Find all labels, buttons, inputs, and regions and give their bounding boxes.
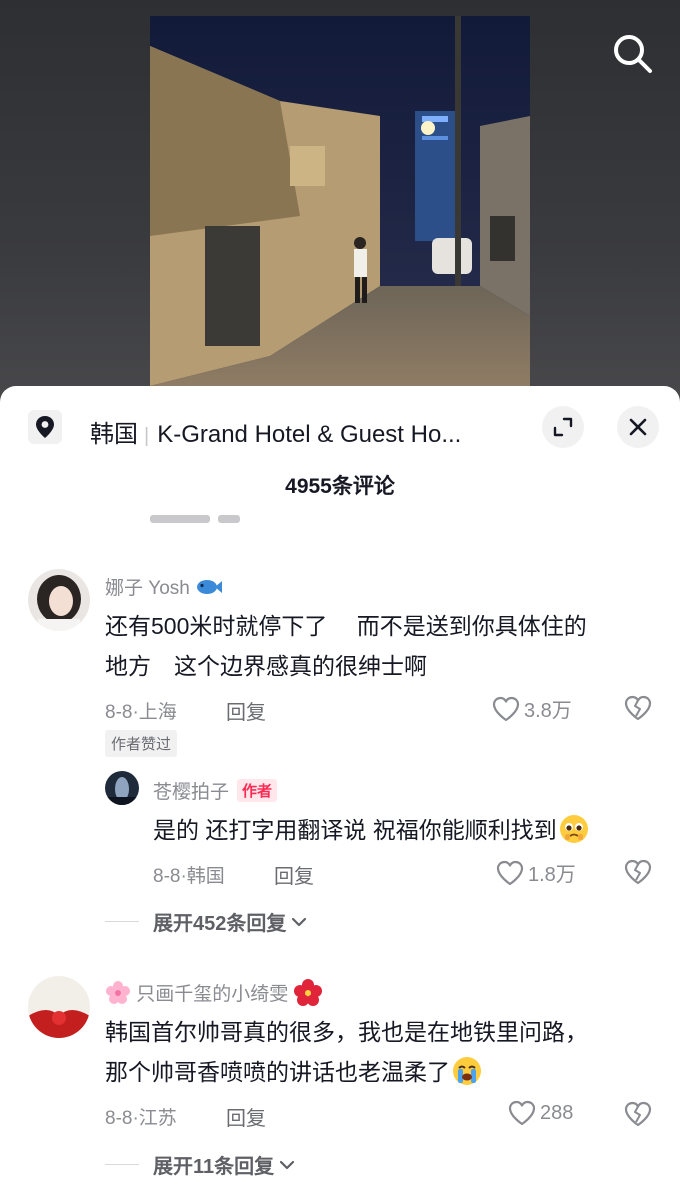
dislike-button[interactable] xyxy=(624,859,652,890)
comment-text: 韩国首尔帅哥真的很多，我也是在地铁里问路， 那个帅哥香喷喷的讲话也老温柔了 xyxy=(105,1012,670,1092)
heart-icon xyxy=(508,1100,536,1126)
expand-icon xyxy=(553,417,573,437)
chevron-down-icon xyxy=(280,1160,295,1169)
expand-sheet-button[interactable] xyxy=(542,406,584,448)
avatar[interactable] xyxy=(105,771,139,805)
comment-meta: 8-8·江苏 xyxy=(105,1108,177,1129)
location-separator: | xyxy=(144,425,150,447)
dislike-button[interactable] xyxy=(624,695,652,726)
search-icon xyxy=(614,35,652,73)
avatar[interactable] xyxy=(28,976,90,1038)
divider-line xyxy=(105,1164,139,1165)
comment-meta: 8-8·上海 xyxy=(105,702,177,723)
video-frame[interactable] xyxy=(150,16,530,386)
like-button[interactable]: 288 xyxy=(508,1100,573,1126)
like-count: 3.8万 xyxy=(524,700,572,722)
avatar[interactable] xyxy=(28,569,90,631)
fish-emoji-icon xyxy=(197,580,223,594)
comment-username[interactable]: 只画千玺的小绮雯 xyxy=(105,979,322,1007)
reply-text: 是的 还打字用翻译说 祝福你能顺利找到 xyxy=(153,810,663,850)
comment-text-line: 还有500米时就停下了 而不是送到你具体住的 xyxy=(105,613,587,639)
reply-text-content: 是的 还打字用翻译说 祝福你能顺利找到 xyxy=(153,817,557,843)
like-count: 288 xyxy=(540,1101,574,1124)
reply-meta: 8-8·韩国 xyxy=(153,866,225,887)
broken-heart-icon xyxy=(624,695,652,721)
location-name: K-Grand Hotel & Guest Ho... xyxy=(157,421,462,448)
expand-replies-button[interactable]: 展开11条回复 xyxy=(105,1150,296,1179)
comment-count-title: 4955条评论 xyxy=(285,475,395,498)
location-prefix: 韩国 xyxy=(90,421,138,448)
comment-text-line: 韩国首尔帅哥真的很多，我也是在地铁里问路， xyxy=(105,1019,588,1045)
username-text: 娜子 Yosh xyxy=(105,578,190,599)
location-text[interactable]: 韩国 | K-Grand Hotel & Guest Ho... xyxy=(90,414,461,449)
reply-username[interactable]: 苍樱拍子 作者 xyxy=(153,777,278,804)
night-street-image xyxy=(150,16,530,386)
chevron-down-icon xyxy=(292,917,307,926)
cherry-blossom-emoji-icon xyxy=(106,981,130,1004)
broken-heart-icon xyxy=(624,859,652,885)
username-text: 苍樱拍子 xyxy=(153,782,230,803)
heart-icon xyxy=(496,860,524,885)
comment-sheet: 韩国 | K-Grand Hotel & Guest Ho... 4955条评论 xyxy=(0,386,680,1200)
comment-text: 还有500米时就停下了 而不是送到你具体住的 地方 这个边界感真的很绅士啊 xyxy=(105,606,665,686)
comment-text-line: 地方 这个边界感真的很绅士啊 xyxy=(105,653,427,679)
dislike-button[interactable] xyxy=(624,1101,652,1132)
heart-icon xyxy=(492,696,520,721)
divider-line xyxy=(105,921,139,922)
comment-username[interactable]: 娜子 Yosh xyxy=(105,573,223,600)
clipped-previous-row xyxy=(150,510,310,524)
like-button[interactable]: 3.8万 xyxy=(492,694,572,723)
location-pin-icon xyxy=(28,410,62,444)
close-button[interactable] xyxy=(617,406,659,448)
pleading-face-emoji-icon xyxy=(559,815,588,843)
username-text: 只画千玺的小绮雯 xyxy=(136,984,289,1005)
video-background xyxy=(0,0,680,420)
author-tag: 作者 xyxy=(237,779,278,802)
reply-button[interactable]: 回复 xyxy=(274,860,314,889)
like-count: 1.8万 xyxy=(528,864,576,886)
expand-replies-label: 展开452条回复 xyxy=(153,913,287,935)
hibiscus-emoji-icon xyxy=(293,979,322,1006)
broken-heart-icon xyxy=(624,1101,652,1127)
search-button[interactable] xyxy=(608,30,656,78)
expand-replies-label: 展开11条回复 xyxy=(153,1156,275,1178)
author-liked-badge: 作者赞过 xyxy=(105,730,178,757)
reply-button[interactable]: 回复 xyxy=(226,1102,266,1131)
location-bar[interactable]: 韩国 | K-Grand Hotel & Guest Ho... xyxy=(0,404,680,454)
crying-face-emoji-icon xyxy=(453,1057,481,1085)
close-icon xyxy=(629,418,647,436)
reply-button[interactable]: 回复 xyxy=(226,696,266,725)
like-button[interactable]: 1.8万 xyxy=(496,858,576,887)
expand-replies-button[interactable]: 展开452条回复 xyxy=(105,907,308,936)
comment-text-line: 那个帅哥香喷喷的讲话也老温柔了 xyxy=(105,1059,450,1085)
